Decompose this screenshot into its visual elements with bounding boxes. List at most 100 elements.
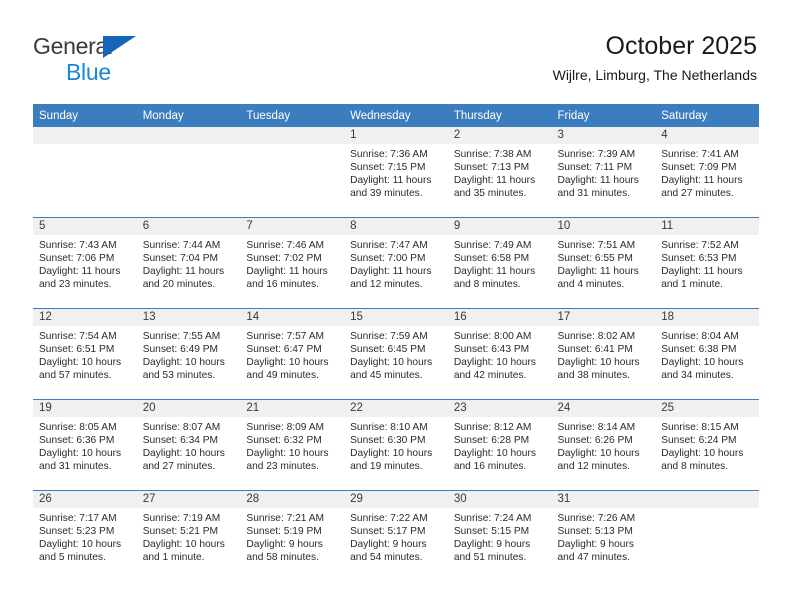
day-number: 12: [33, 309, 137, 326]
daylight-text: Daylight: 10 hours and 38 minutes.: [557, 357, 640, 382]
sunset-text: Sunset: 7:13 PM: [453, 162, 530, 174]
day-number: 24: [551, 400, 656, 417]
calendar-day-cell[interactable]: 3 Sunrise: 7:39 AM Sunset: 7:11 PM Daylight…: [551, 127, 656, 218]
daylight-text: Daylight: 11 hours and 23 minutes.: [39, 266, 121, 291]
sunrise-text: Sunrise: 7:24 AM: [453, 513, 532, 524]
daylight-text: Daylight: 9 hours and 47 minutes.: [557, 539, 634, 564]
calendar-day-cell[interactable]: 27 Sunrise: 7:19 AM Sunset: 5:21 PM Dayligh…: [136, 490, 241, 581]
day-details: Sunrise: 8:05 AM Sunset: 6:36 PM Daylight:…: [33, 417, 137, 473]
day-details: Sunrise: 7:19 AM Sunset: 5:21 PM Daylight:…: [137, 508, 241, 564]
daylight-text: Daylight: 10 hours and 49 minutes.: [246, 357, 329, 382]
calendar-day-cell[interactable]: 8 Sunrise: 7:47 AM Sunset: 7:00 PM Daylight…: [344, 217, 448, 309]
day-details: Sunrise: 7:54 AM Sunset: 6:51 PM Daylight:…: [33, 326, 137, 382]
day-details: Sunrise: 7:44 AM Sunset: 7:04 PM Daylight:…: [137, 235, 241, 291]
daylight-text: Daylight: 10 hours and 57 minutes.: [39, 357, 122, 382]
daylight-text: Daylight: 10 hours and 16 minutes.: [453, 448, 536, 473]
calendar-day-cell[interactable]: 14 Sunrise: 7:57 AM Sunset: 6:47 PM Dayligh…: [240, 308, 345, 400]
calendar-day-cell-empty: [33, 127, 137, 218]
daylight-text: Daylight: 10 hours and 31 minutes.: [39, 448, 122, 473]
sunrise-text: Sunrise: 8:12 AM: [453, 422, 532, 433]
calendar-day-cell[interactable]: 26 Sunrise: 7:17 AM Sunset: 5:23 PM Dayligh…: [33, 490, 137, 581]
calendar-day-cell[interactable]: 20 Sunrise: 8:07 AM Sunset: 6:34 PM Dayligh…: [136, 399, 241, 491]
daylight-text: Daylight: 11 hours and 39 minutes.: [350, 175, 432, 200]
calendar-day-cell[interactable]: 2 Sunrise: 7:38 AM Sunset: 7:13 PM Daylight…: [447, 127, 552, 218]
sunset-text: Sunset: 6:38 PM: [661, 344, 737, 356]
day-details: Sunrise: 8:07 AM Sunset: 6:34 PM Daylight:…: [137, 417, 241, 473]
weekday-header-friday: Friday: [551, 104, 656, 127]
daylight-text: Daylight: 10 hours and 19 minutes.: [350, 448, 433, 473]
weekday-header-wednesday: Wednesday: [344, 104, 448, 127]
calendar-day-cell[interactable]: 12 Sunrise: 7:54 AM Sunset: 6:51 PM Dayligh…: [33, 308, 137, 400]
calendar-day-cell-empty: [136, 127, 241, 218]
calendar-day-cell[interactable]: 23 Sunrise: 8:12 AM Sunset: 6:28 PM Dayligh…: [447, 399, 552, 491]
day-number: 6: [136, 218, 241, 235]
day-number: 22: [344, 400, 448, 417]
sunrise-text: Sunrise: 7:51 AM: [557, 240, 636, 251]
day-number: 11: [655, 218, 759, 235]
sunrise-text: Sunrise: 7:47 AM: [350, 240, 428, 251]
sunset-text: Sunset: 5:23 PM: [39, 526, 115, 538]
title-block: October 2025 Wijlre, Limburg, The Nether…: [553, 30, 757, 86]
daylight-text: Daylight: 10 hours and 27 minutes.: [142, 448, 225, 473]
day-number: 27: [136, 491, 241, 508]
calendar-week-row: 26 Sunrise: 7:17 AM Sunset: 5:23 PM Dayligh…: [33, 490, 759, 581]
sunrise-text: Sunrise: 8:00 AM: [453, 331, 532, 342]
sunrise-text: Sunrise: 7:19 AM: [142, 513, 221, 524]
calendar-day-cell[interactable]: 28 Sunrise: 7:21 AM Sunset: 5:19 PM Dayligh…: [240, 490, 345, 581]
calendar-day-cell[interactable]: 17 Sunrise: 8:02 AM Sunset: 6:41 PM Dayligh…: [551, 308, 656, 400]
day-number: 7: [240, 218, 345, 235]
sunrise-text: Sunrise: 7:52 AM: [661, 240, 739, 251]
day-number: 8: [344, 218, 448, 235]
sunrise-text: Sunrise: 7:43 AM: [39, 240, 117, 251]
calendar-day-cell[interactable]: 13 Sunrise: 7:55 AM Sunset: 6:49 PM Dayligh…: [136, 308, 241, 400]
sunrise-text: Sunrise: 8:02 AM: [557, 331, 636, 342]
day-details: Sunrise: 8:00 AM Sunset: 6:43 PM Daylight:…: [448, 326, 552, 382]
calendar-day-cell[interactable]: 10 Sunrise: 7:51 AM Sunset: 6:55 PM Dayligh…: [551, 217, 656, 309]
calendar-day-cell[interactable]: 1 Sunrise: 7:36 AM Sunset: 7:15 PM Daylight…: [344, 127, 448, 218]
day-details: Sunrise: 7:39 AM Sunset: 7:11 PM Daylight:…: [552, 144, 656, 200]
calendar-day-cell[interactable]: 29 Sunrise: 7:22 AM Sunset: 5:17 PM Dayligh…: [344, 490, 448, 581]
calendar-day-cell[interactable]: 19 Sunrise: 8:05 AM Sunset: 6:36 PM Dayligh…: [33, 399, 137, 491]
daylight-text: Daylight: 11 hours and 35 minutes.: [453, 175, 536, 200]
calendar-day-cell[interactable]: 22 Sunrise: 8:10 AM Sunset: 6:30 PM Dayligh…: [344, 399, 448, 491]
logo-text-blue: Blue: [66, 59, 111, 85]
sunrise-text: Sunrise: 7:44 AM: [142, 240, 221, 251]
calendar-day-cell[interactable]: 4 Sunrise: 7:41 AM Sunset: 7:09 PM Daylight…: [655, 127, 759, 218]
calendar-body: 1 Sunrise: 7:36 AM Sunset: 7:15 PM Daylight…: [33, 127, 759, 581]
calendar-day-cell[interactable]: 6 Sunrise: 7:44 AM Sunset: 7:04 PM Daylight…: [136, 217, 241, 309]
sunset-text: Sunset: 6:45 PM: [350, 344, 426, 356]
calendar-day-cell[interactable]: 5 Sunrise: 7:43 AM Sunset: 7:06 PM Daylight…: [33, 217, 137, 309]
day-details: Sunrise: 7:46 AM Sunset: 7:02 PM Daylight:…: [240, 235, 344, 291]
calendar-day-cell[interactable]: 9 Sunrise: 7:49 AM Sunset: 6:58 PM Daylight…: [447, 217, 552, 309]
calendar-day-cell[interactable]: 24 Sunrise: 8:14 AM Sunset: 6:26 PM Dayligh…: [551, 399, 656, 491]
day-number: 4: [655, 127, 759, 144]
day-number: 21: [240, 400, 345, 417]
day-number: 19: [33, 400, 137, 417]
sunset-text: Sunset: 6:55 PM: [557, 253, 633, 265]
calendar-day-cell[interactable]: 31 Sunrise: 7:26 AM Sunset: 5:13 PM Dayligh…: [551, 490, 656, 581]
sunrise-text: Sunrise: 7:41 AM: [661, 149, 739, 160]
calendar-day-cell[interactable]: 25 Sunrise: 8:15 AM Sunset: 6:24 PM Dayligh…: [655, 399, 759, 491]
day-number: [136, 127, 241, 144]
calendar-day-cell[interactable]: 15 Sunrise: 7:59 AM Sunset: 6:45 PM Dayligh…: [344, 308, 448, 400]
calendar-header-row: Sunday Monday Tuesday Wednesday Thursday…: [33, 104, 759, 127]
day-details: Sunrise: 8:14 AM Sunset: 6:26 PM Daylight:…: [552, 417, 656, 473]
calendar-day-cell[interactable]: 16 Sunrise: 8:00 AM Sunset: 6:43 PM Dayligh…: [447, 308, 552, 400]
sunrise-text: Sunrise: 7:54 AM: [39, 331, 117, 342]
day-number: 14: [240, 309, 345, 326]
calendar-day-cell[interactable]: 21 Sunrise: 8:09 AM Sunset: 6:32 PM Dayligh…: [240, 399, 345, 491]
calendar-day-cell[interactable]: 7 Sunrise: 7:46 AM Sunset: 7:02 PM Daylight…: [240, 217, 345, 309]
calendar-page: General Blue October 2025 Wijlre, Limbur…: [0, 0, 792, 612]
day-details: Sunrise: 7:59 AM Sunset: 6:45 PM Daylight:…: [344, 326, 448, 382]
calendar-day-cell[interactable]: 30 Sunrise: 7:24 AM Sunset: 5:15 PM Dayligh…: [447, 490, 552, 581]
daylight-text: Daylight: 10 hours and 1 minute.: [142, 539, 225, 564]
calendar-day-cell[interactable]: 18 Sunrise: 8:04 AM Sunset: 6:38 PM Dayligh…: [655, 308, 759, 400]
day-number: 18: [655, 309, 759, 326]
calendar-day-cell[interactable]: 11 Sunrise: 7:52 AM Sunset: 6:53 PM Dayligh…: [655, 217, 759, 309]
day-details: Sunrise: 7:51 AM Sunset: 6:55 PM Daylight:…: [552, 235, 656, 291]
sunset-text: Sunset: 6:36 PM: [39, 435, 115, 447]
day-number: 28: [240, 491, 345, 508]
day-details: Sunrise: 7:22 AM Sunset: 5:17 PM Daylight:…: [344, 508, 448, 564]
sunset-text: Sunset: 6:58 PM: [453, 253, 530, 265]
day-number: 13: [136, 309, 241, 326]
